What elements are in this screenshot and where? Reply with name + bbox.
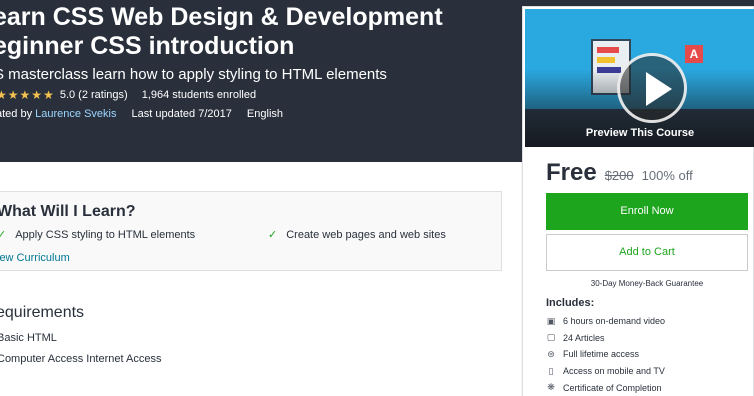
- includes-item-text: Access on mobile and TV: [563, 366, 665, 377]
- course-title-line2: eginner CSS introduction: [0, 32, 295, 60]
- what-will-i-learn-box: What Will I Learn? ✓ Apply CSS styling t…: [0, 191, 502, 271]
- includes-item-text: 24 Articles: [563, 332, 605, 343]
- includes-list: ▣ 6 hours on-demand video ▢ 24 Articles …: [546, 313, 665, 396]
- article-icon: ▢: [546, 332, 556, 343]
- course-title-line1: earn CSS Web Design & Development: [0, 3, 443, 31]
- discount-percent: 100% off: [641, 168, 693, 183]
- view-curriculum-link[interactable]: iew Curriculum: [0, 252, 70, 264]
- includes-item: ▯ Access on mobile and TV: [546, 363, 665, 380]
- requirement-item: Computer Access Internet Access: [0, 353, 162, 365]
- star-icon: ★: [0, 88, 7, 102]
- original-price: $200: [604, 168, 634, 183]
- video-icon: ▣: [546, 315, 556, 326]
- course-language: English: [246, 108, 283, 120]
- star-icon: ★: [31, 88, 43, 102]
- play-icon[interactable]: [617, 53, 687, 123]
- includes-title: Includes:: [546, 297, 595, 309]
- learn-item: ✓ Create web pages and web sites: [268, 228, 446, 242]
- author-link[interactable]: Laurence Svekis: [35, 108, 116, 120]
- includes-item: ⊜ Full lifetime access: [546, 346, 665, 363]
- course-title: earn CSS Web Design & Development eginne…: [0, 3, 443, 61]
- includes-item: ❋ Certificate of Completion: [546, 379, 665, 396]
- certificate-icon: ❋: [547, 382, 555, 393]
- check-icon: ✓: [268, 229, 278, 241]
- add-to-cart-button[interactable]: Add to Cart: [546, 234, 748, 271]
- current-price: Free: [546, 159, 597, 186]
- learn-title: What Will I Learn?: [0, 203, 136, 220]
- mobile-icon: ▯: [548, 365, 554, 376]
- last-updated: Last updated 7/2017: [131, 108, 232, 120]
- course-subtitle: S masterclass learn how to apply styling…: [0, 66, 387, 83]
- created-by-label: ated by: [0, 108, 33, 120]
- course-meta: ated by Laurence Svekis Last updated 7/2…: [0, 107, 283, 121]
- includes-item-text: Full lifetime access: [563, 349, 640, 360]
- preview-letter-badge: A: [685, 45, 703, 63]
- star-icon: ★: [7, 88, 19, 102]
- price-row: Free $200 100% off: [546, 159, 693, 187]
- includes-item: ▢ 24 Articles: [546, 330, 665, 347]
- includes-item: ▣ 6 hours on-demand video: [546, 313, 665, 330]
- requirement-item: Basic HTML: [0, 332, 57, 344]
- includes-item-text: Certificate of Completion: [563, 382, 662, 393]
- includes-item-text: 6 hours on-demand video: [563, 316, 666, 327]
- rating-stars: ★ ★ ★ ★ ★: [0, 88, 55, 102]
- check-icon: ✓: [0, 229, 7, 241]
- rating-text[interactable]: 5.0 (2 ratings): [60, 88, 128, 102]
- star-icon: ★: [19, 88, 31, 102]
- preview-label: Preview This Course: [585, 127, 695, 139]
- learn-item: ✓ Apply CSS styling to HTML elements: [0, 228, 196, 242]
- money-back-guarantee: 30-Day Money-Back Guarantee: [590, 279, 704, 288]
- requirements-title: equirements: [0, 304, 85, 321]
- learn-item-text: Apply CSS styling to HTML elements: [15, 228, 196, 241]
- course-preview-video[interactable]: A Preview This Course: [525, 9, 754, 147]
- course-stats: ★ ★ ★ ★ ★ 5.0 (2 ratings) 1,964 students…: [0, 88, 256, 102]
- learn-item-text: Create web pages and web sites: [286, 228, 446, 241]
- star-icon: ★: [43, 88, 54, 102]
- purchase-sidebar: A Preview This Course Free $200 100% off…: [522, 6, 754, 396]
- infinity-icon: ⊜: [547, 348, 555, 359]
- students-enrolled: 1,964 students enrolled: [141, 89, 257, 101]
- enroll-now-button[interactable]: Enroll Now: [546, 193, 748, 230]
